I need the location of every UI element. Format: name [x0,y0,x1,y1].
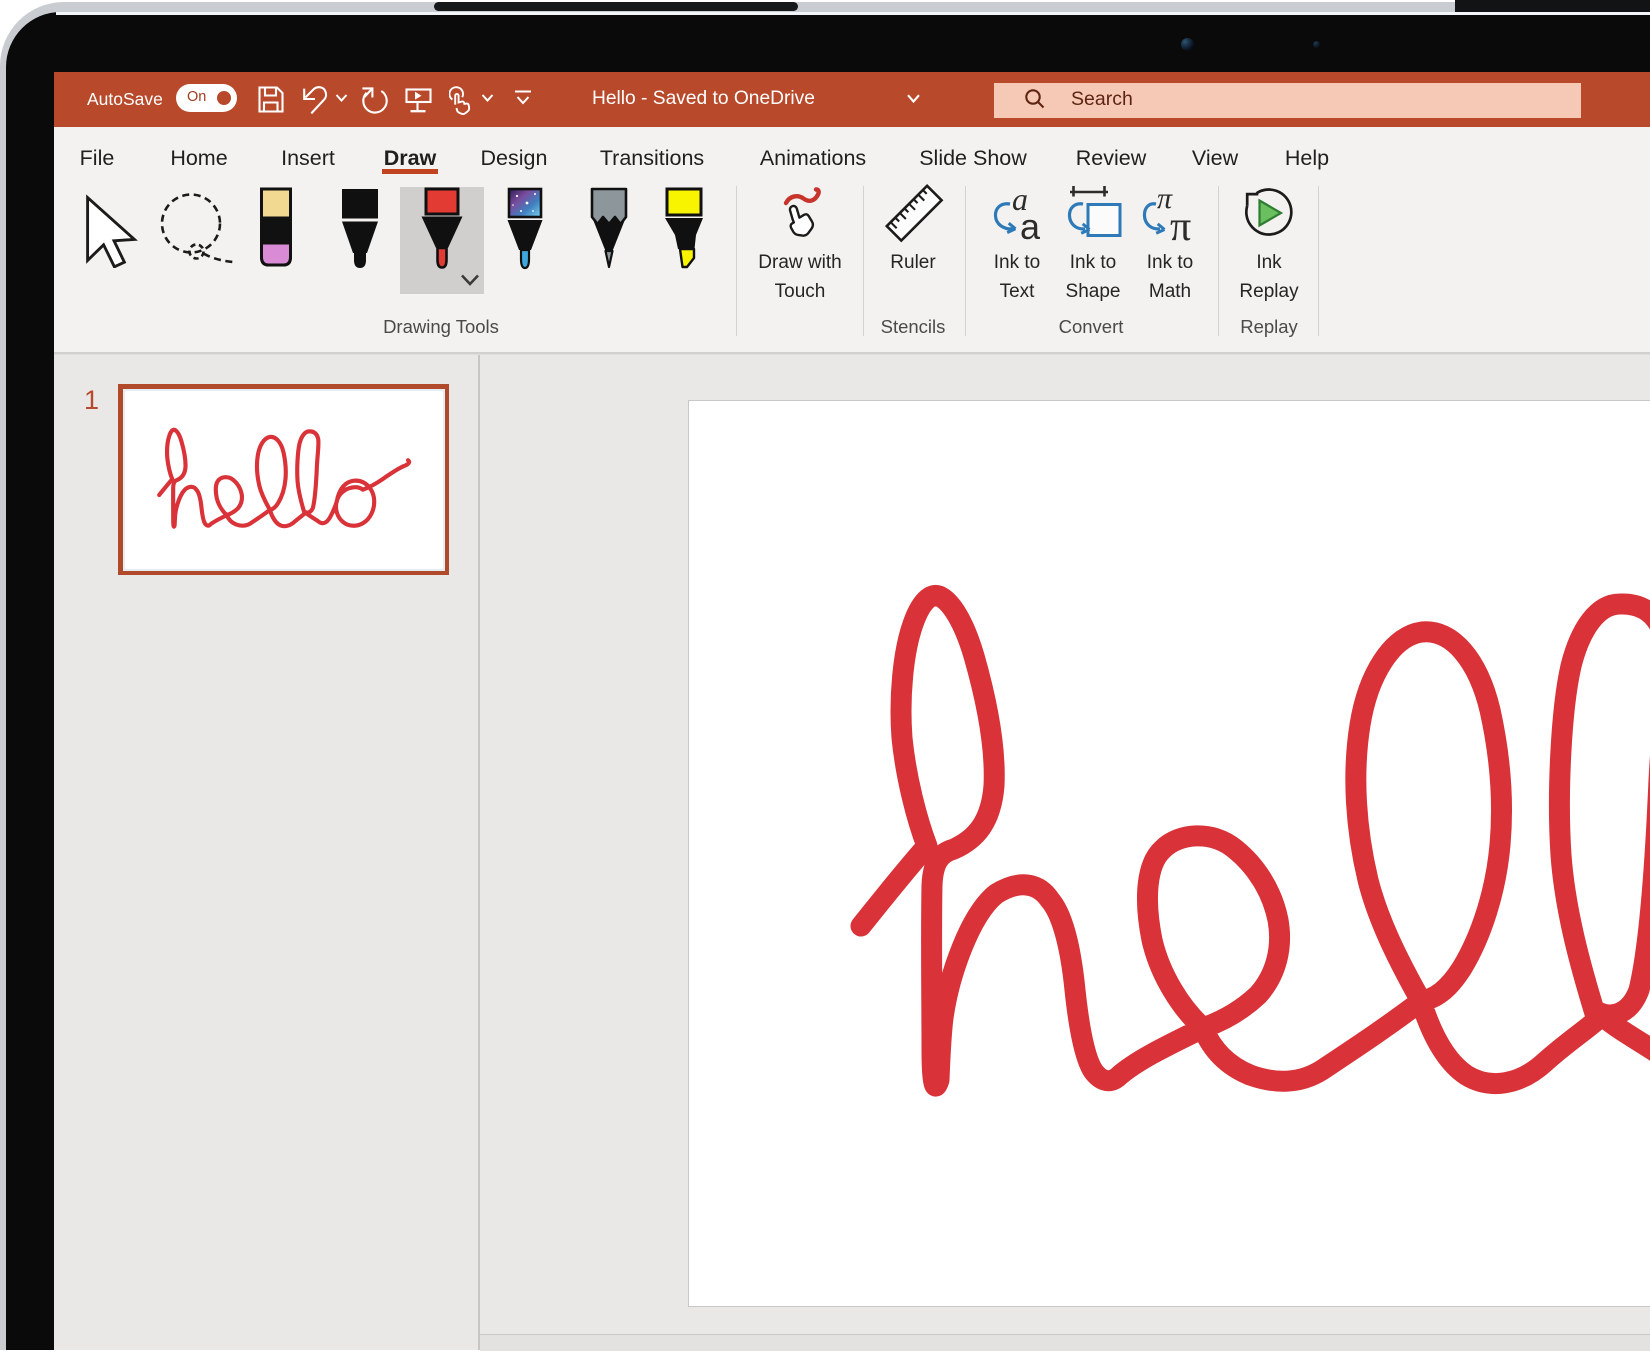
svg-text:π: π [1170,204,1191,241]
svg-text:a: a [1020,206,1041,241]
